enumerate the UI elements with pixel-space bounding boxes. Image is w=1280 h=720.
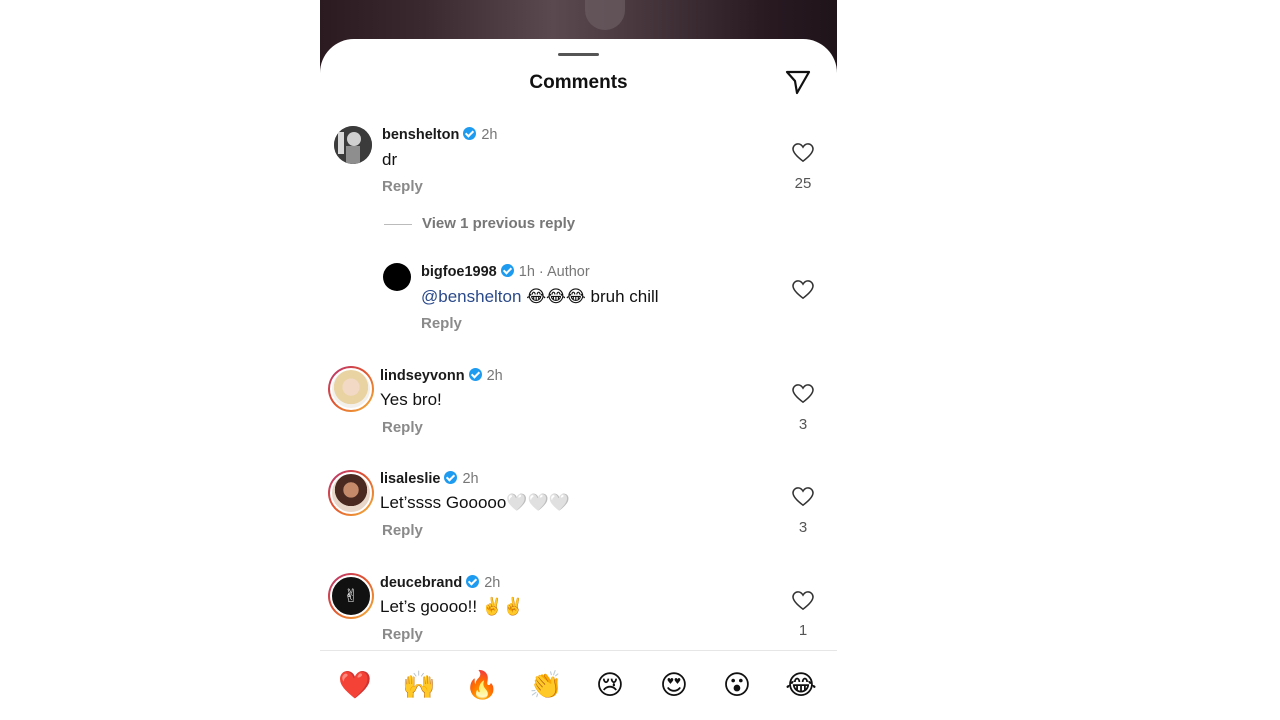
verified-icon <box>500 264 514 277</box>
comment-text: @benshelton 😂😂😂 bruh chill <box>421 287 659 306</box>
like-count: 3 <box>798 416 808 433</box>
avatar[interactable]: ✌ <box>328 573 374 619</box>
comment-username[interactable]: lindseyvonn 2h <box>380 368 503 384</box>
comment-username[interactable]: lisaleslie 2h <box>380 471 479 487</box>
comment-username[interactable]: benshelton 2h <box>382 127 497 143</box>
reaction-fire[interactable]: 🔥 <box>464 665 500 705</box>
comment-text: dr <box>382 150 398 169</box>
reaction-heart[interactable]: ❤️ <box>337 665 373 705</box>
divider <box>320 650 837 651</box>
reply-button[interactable]: Reply <box>421 315 462 332</box>
mention-link[interactable]: @benshelton <box>421 287 521 306</box>
comment-time: 1h · Author <box>518 264 590 280</box>
comment-text: Let’s goooo!! ✌️✌️ <box>380 597 525 616</box>
sheet-title: Comments <box>529 72 628 93</box>
verified-icon <box>444 471 458 484</box>
phone-screen: Comments benshelton 2h dr Reply 25 View 1… <box>320 0 837 720</box>
view-replies-button[interactable]: View 1 previous reply <box>384 215 575 232</box>
like-count: 25 <box>794 175 812 192</box>
like-count: 3 <box>798 519 808 536</box>
like-heart-icon[interactable] <box>792 384 814 404</box>
reply-button[interactable]: Reply <box>382 626 423 643</box>
reply-button[interactable]: Reply <box>382 419 423 436</box>
avatar[interactable] <box>383 263 411 291</box>
reaction-laughing[interactable]: 😂 <box>783 665 819 705</box>
reply-button[interactable]: Reply <box>382 178 423 195</box>
avatar[interactable] <box>328 470 374 516</box>
comment-time: 2h <box>486 368 503 384</box>
comment-username[interactable]: deucebrand 2h <box>380 575 500 591</box>
reply-button[interactable]: Reply <box>382 522 423 539</box>
verified-icon <box>463 127 477 140</box>
avatar[interactable] <box>334 126 372 164</box>
like-count: 1 <box>798 622 808 639</box>
reaction-crying[interactable]: 😢 <box>592 665 628 705</box>
like-heart-icon[interactable] <box>792 143 814 163</box>
verified-icon <box>466 575 480 588</box>
comment-time: 2h <box>462 471 479 487</box>
reaction-clap[interactable]: 👏 <box>528 665 564 705</box>
verified-icon <box>468 368 482 381</box>
comment-text: Yes bro! <box>380 390 442 409</box>
comment-time: 2h <box>481 127 498 143</box>
comment-username[interactable]: bigfoe1998 1h · Author <box>421 264 590 280</box>
drag-handle[interactable] <box>558 53 599 56</box>
comment-text: Let’ssss Gooooo🤍🤍🤍 <box>380 493 570 512</box>
reaction-bar: ❤️ 🙌 🔥 👏 😢 😍 😮 😂 <box>320 665 837 705</box>
avatar[interactable] <box>328 366 374 412</box>
like-heart-icon[interactable] <box>792 591 814 611</box>
reaction-raised-hands[interactable]: 🙌 <box>401 665 437 705</box>
reaction-heart-eyes[interactable]: 😍 <box>656 665 692 705</box>
share-icon[interactable] <box>784 68 812 96</box>
like-heart-icon[interactable] <box>792 280 814 300</box>
like-heart-icon[interactable] <box>792 487 814 507</box>
reaction-surprised[interactable]: 😮 <box>719 665 755 705</box>
comment-time: 2h <box>484 575 501 591</box>
